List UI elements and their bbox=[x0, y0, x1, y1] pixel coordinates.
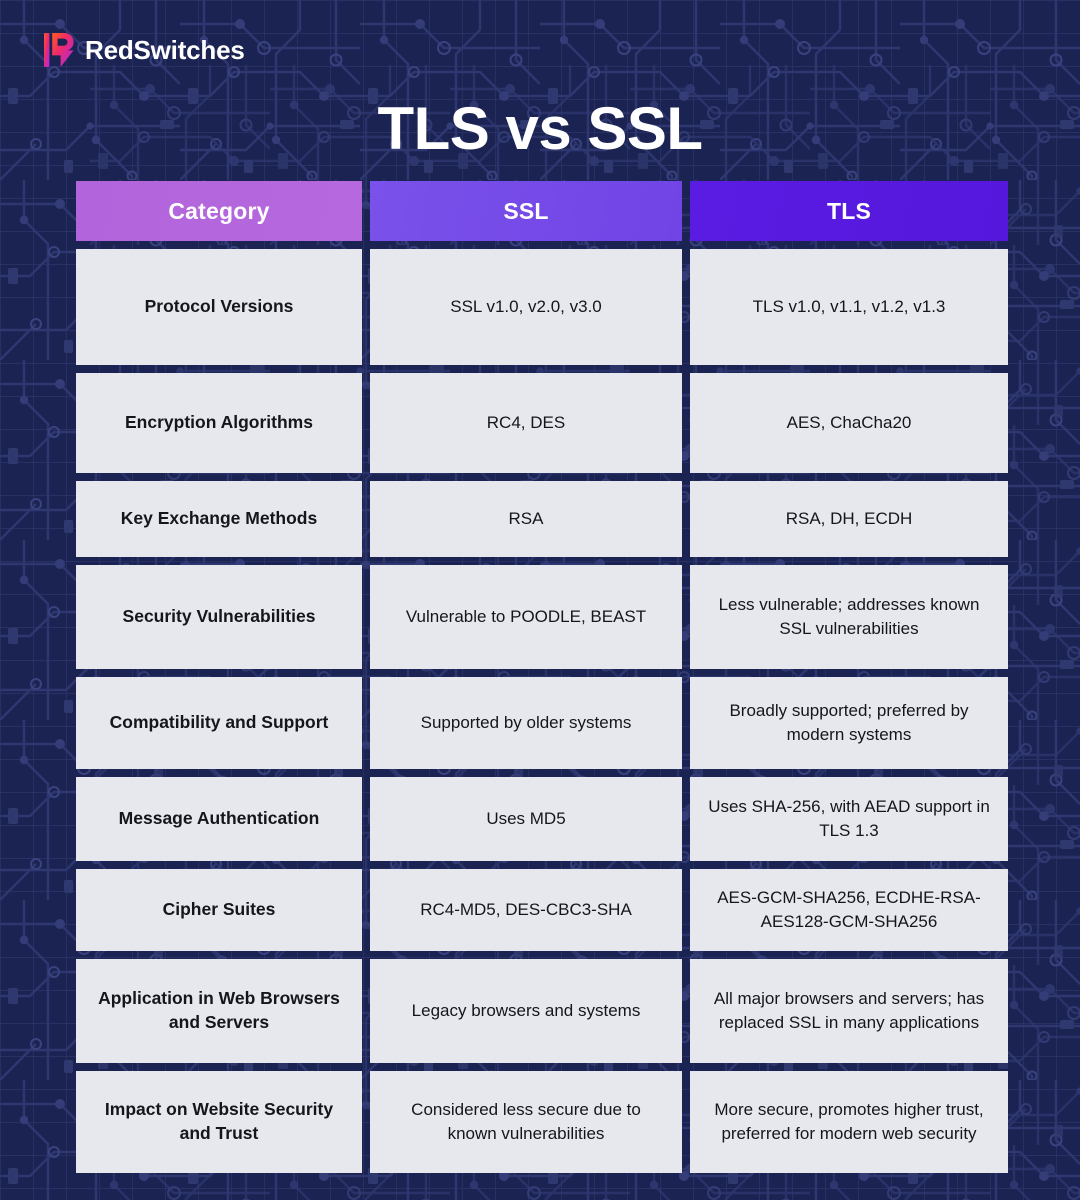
column-header-ssl: SSL bbox=[370, 181, 682, 241]
cell-category: Protocol Versions bbox=[76, 249, 362, 365]
table-row: Cipher Suites RC4-MD5, DES-CBC3-SHA AES-… bbox=[76, 869, 1008, 951]
cell-ssl: Vulnerable to POODLE, BEAST bbox=[370, 565, 682, 669]
cell-category: Compatibility and Support bbox=[76, 677, 362, 769]
cell-ssl: Considered less secure due to known vuln… bbox=[370, 1071, 682, 1173]
cell-ssl: Supported by older systems bbox=[370, 677, 682, 769]
cell-category: Impact on Website Security and Trust bbox=[76, 1071, 362, 1173]
cell-ssl: Uses MD5 bbox=[370, 777, 682, 861]
table-row: Key Exchange Methods RSA RSA, DH, ECDH bbox=[76, 481, 1008, 557]
cell-tls: Broadly supported; preferred by modern s… bbox=[690, 677, 1008, 769]
cell-category: Cipher Suites bbox=[76, 869, 362, 951]
column-header-tls: TLS bbox=[690, 181, 1008, 241]
cell-tls: All major browsers and servers; has repl… bbox=[690, 959, 1008, 1063]
table-row: Message Authentication Uses MD5 Uses SHA… bbox=[76, 777, 1008, 861]
cell-tls: AES-GCM-SHA256, ECDHE-RSA-AES128-GCM-SHA… bbox=[690, 869, 1008, 951]
cell-ssl: Legacy browsers and systems bbox=[370, 959, 682, 1063]
cell-tls: Less vulnerable; addresses known SSL vul… bbox=[690, 565, 1008, 669]
cell-tls: TLS v1.0, v1.1, v1.2, v1.3 bbox=[690, 249, 1008, 365]
cell-category: Encryption Algorithms bbox=[76, 373, 362, 473]
brand-name: RedSwitches bbox=[85, 35, 245, 65]
brand-logo[interactable]: RedSwitches bbox=[44, 33, 245, 67]
table-row: Protocol Versions SSL v1.0, v2.0, v3.0 T… bbox=[76, 249, 1008, 365]
cell-ssl: SSL v1.0, v2.0, v3.0 bbox=[370, 249, 682, 365]
cell-tls: RSA, DH, ECDH bbox=[690, 481, 1008, 557]
cell-ssl: RC4-MD5, DES-CBC3-SHA bbox=[370, 869, 682, 951]
page-title: TLS vs SSL bbox=[377, 95, 703, 162]
cell-category: Key Exchange Methods bbox=[76, 481, 362, 557]
cell-category: Application in Web Browsers and Servers bbox=[76, 959, 362, 1063]
redswitches-arrow-logo-icon bbox=[44, 33, 74, 67]
cell-category: Security Vulnerabilities bbox=[76, 565, 362, 669]
table-row: Security Vulnerabilities Vulnerable to P… bbox=[76, 565, 1008, 669]
cell-tls: More secure, promotes higher trust, pref… bbox=[690, 1071, 1008, 1173]
comparison-table: Category SSL TLS Protocol Versions SSL v… bbox=[76, 181, 1008, 1173]
cell-tls: Uses SHA-256, with AEAD support in TLS 1… bbox=[690, 777, 1008, 861]
cell-ssl: RC4, DES bbox=[370, 373, 682, 473]
cell-tls: AES, ChaCha20 bbox=[690, 373, 1008, 473]
cell-ssl: RSA bbox=[370, 481, 682, 557]
table-row: Compatibility and Support Supported by o… bbox=[76, 677, 1008, 769]
table-row: Impact on Website Security and Trust Con… bbox=[76, 1071, 1008, 1173]
cell-category: Message Authentication bbox=[76, 777, 362, 861]
table-row: Encryption Algorithms RC4, DES AES, ChaC… bbox=[76, 373, 1008, 473]
table-row: Application in Web Browsers and Servers … bbox=[76, 959, 1008, 1063]
column-header-category: Category bbox=[76, 181, 362, 241]
table-header-row: Category SSL TLS bbox=[76, 181, 1008, 241]
